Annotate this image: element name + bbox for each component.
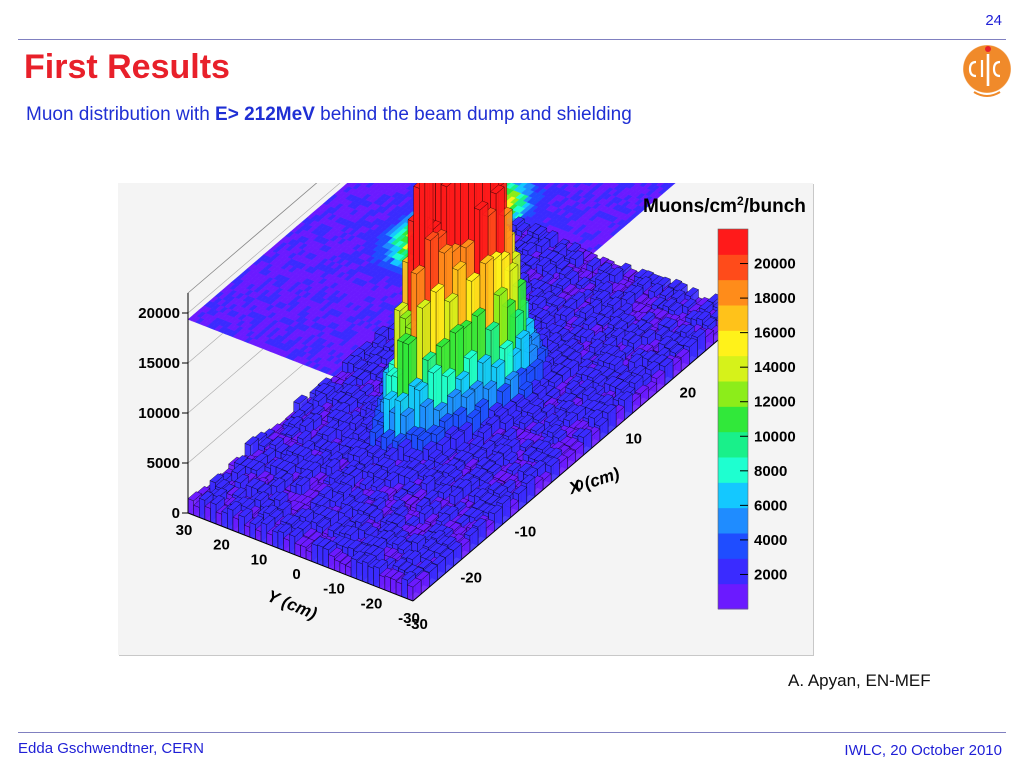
page-number: 24 <box>985 12 1002 29</box>
slide-subtitle: Muon distribution with E> 212MeV behind … <box>26 104 632 126</box>
top-divider <box>18 39 1006 40</box>
subtitle-pre: Muon distribution with <box>26 104 216 125</box>
logo-dot <box>985 46 991 52</box>
subtitle-post: behind the beam dump and shielding <box>314 104 632 125</box>
subtitle-energy-cut: E> 212MeV <box>215 104 315 125</box>
slide-title: First Results <box>24 48 230 86</box>
clic-logo <box>962 44 1012 97</box>
muon-lego-plot: 050001000015000200003020100-10-20-30Y (c… <box>138 183 806 633</box>
